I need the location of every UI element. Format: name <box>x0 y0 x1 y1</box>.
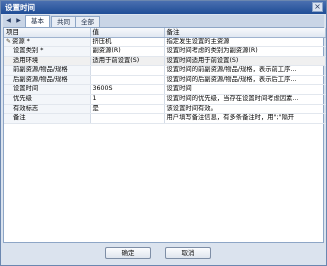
ok-button[interactable]: 确定 <box>105 247 151 259</box>
table-row[interactable]: 设置时间 3600S 设置时间 <box>4 84 326 96</box>
row-item: 设置类别 * <box>4 46 91 57</box>
row-value[interactable]: 适用于前设置(S) <box>90 56 165 67</box>
row-note: 用户填写备注信息，有多条备注时，用";"隔开 <box>164 113 326 124</box>
cancel-button[interactable]: 取消 <box>165 247 211 259</box>
row-item: 有效标志 <box>4 104 91 115</box>
table-row[interactable]: 优先级 1 设置时间的优先级，当存在设置时间考虑因素... <box>4 94 326 105</box>
row-value[interactable]: 副资源(R) <box>90 46 165 57</box>
row-value[interactable]: 1 <box>90 94 165 105</box>
tab-all[interactable]: 全部 <box>75 16 100 27</box>
row-note: 该设置时间有效。 <box>164 104 326 115</box>
pin-icon: ✎ <box>6 37 12 45</box>
tab-label: 共同 <box>57 18 70 26</box>
row-value[interactable] <box>90 65 165 76</box>
row-item: 后副资源/物品/规格 <box>4 75 91 86</box>
row-note: 设置时间考虑的类别为副资源(R) <box>164 46 326 57</box>
window-title: 设置时间 <box>5 3 35 12</box>
row-note: 指定发生设置的主资源 <box>164 37 326 48</box>
row-note: 设置时间的优先级，当存在设置时间考虑因素... <box>164 94 326 105</box>
tab-bar: ◀ 基本 共同 全部 ▶ <box>3 15 324 27</box>
table-row[interactable]: 前副资源/物品/规格 设置时间的前副资源/物品/规格，表示前工序... <box>4 65 326 76</box>
row-note: 设置时间的后副资源/物品/规格，表示后工序... <box>164 75 326 86</box>
table-row[interactable]: 设置类别 * 副资源(R) 设置时间考虑的类别为副资源(R) <box>4 46 326 57</box>
tab-scroll-left-icon[interactable]: ◀ <box>5 17 12 25</box>
row-item: ✎资源 * <box>4 37 91 48</box>
row-note: 设置时间适用于前设置(S) <box>164 56 326 67</box>
column-header-item[interactable]: 项目 <box>4 28 91 38</box>
property-table: 项目 值 备注 ✎资源 * 挤压机 指定发生设置的主资源 设置类别 * 副资源(… <box>4 28 326 124</box>
row-value[interactable]: 3600S <box>90 84 165 96</box>
column-header-note[interactable]: 备注 <box>164 28 326 38</box>
row-item: 设置时间 <box>4 84 91 96</box>
row-item: 前副资源/物品/规格 <box>4 65 91 76</box>
row-item: 适用环境 <box>4 56 91 67</box>
tab-label: 基本 <box>31 17 44 25</box>
tab-basic[interactable]: 基本 <box>25 15 50 27</box>
row-value[interactable]: 是 <box>90 104 165 115</box>
table-row[interactable]: 备注 用户填写备注信息，有多条备注时，用";"隔开 <box>4 113 326 124</box>
dialog-footer: 确定 取消 <box>1 244 326 265</box>
table-row[interactable]: 有效标志 是 该设置时间有效。 <box>4 104 326 115</box>
row-item: 备注 <box>4 113 91 124</box>
row-note: 设置时间的前副资源/物品/规格，表示前工序... <box>164 65 326 76</box>
row-value[interactable] <box>90 113 165 124</box>
row-note: 设置时间 <box>164 84 326 96</box>
row-item-label: 资源 * <box>12 37 30 45</box>
row-value[interactable]: 挤压机 <box>90 37 165 48</box>
title-bar[interactable]: 设置时间 × <box>1 1 326 14</box>
column-header-value[interactable]: 值 <box>90 28 165 38</box>
property-grid: 项目 值 备注 ✎资源 * 挤压机 指定发生设置的主资源 设置类别 * 副资源(… <box>3 27 326 243</box>
table-row[interactable]: 适用环境 适用于前设置(S) 设置时间适用于前设置(S) <box>4 56 326 67</box>
table-row[interactable]: 后副资源/物品/规格 设置时间的后副资源/物品/规格，表示后工序... <box>4 75 326 86</box>
header-row: 项目 值 备注 <box>4 28 326 38</box>
close-button[interactable]: × <box>312 2 323 12</box>
tab-common[interactable]: 共同 <box>51 16 76 27</box>
row-value[interactable] <box>90 75 165 86</box>
tab-label: 全部 <box>81 18 94 26</box>
tab-scroll-right-icon[interactable]: ▶ <box>15 17 22 25</box>
row-item: 优先级 <box>4 94 91 105</box>
table-row[interactable]: ✎资源 * 挤压机 指定发生设置的主资源 <box>4 37 326 48</box>
dialog-window: 设置时间 × ◀ 基本 共同 全部 ▶ 项目 值 备注 ✎资源 * 挤压机 指定… <box>0 0 327 266</box>
